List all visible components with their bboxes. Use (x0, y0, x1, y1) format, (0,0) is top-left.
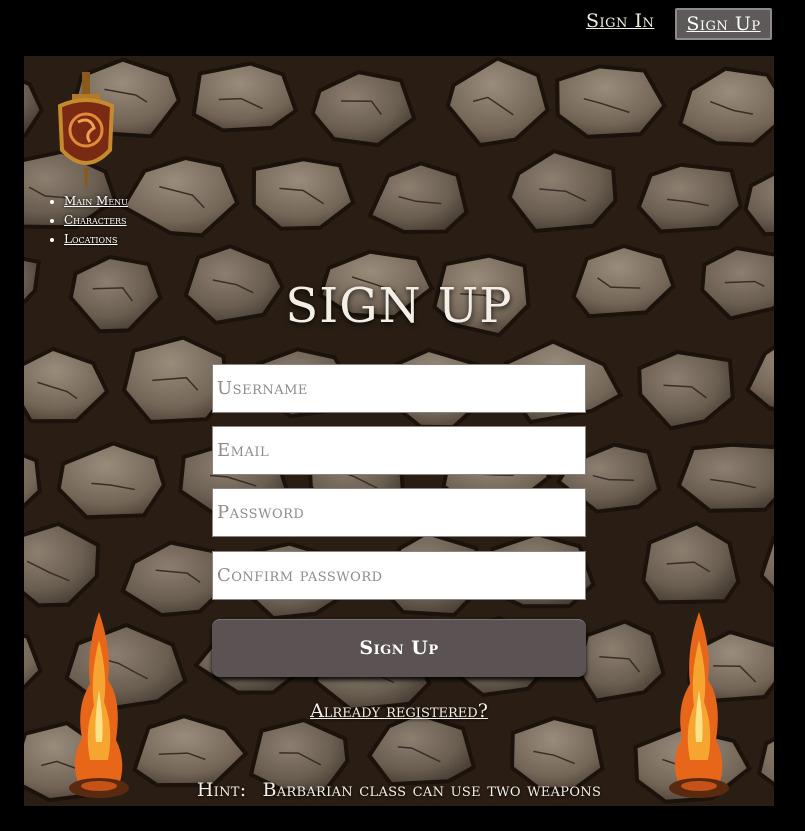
wall-stone (191, 61, 299, 133)
side-menu-item: Locations (64, 230, 128, 249)
hint-message: Barbarian class can use two weapons (262, 779, 602, 801)
locations-link[interactable]: Locations (64, 232, 118, 246)
side-menu: Main Menu Characters Locations (48, 192, 128, 249)
sign-in-link[interactable]: Sign In (586, 10, 654, 32)
sign-up-nav-button[interactable]: Sign Up (675, 8, 772, 40)
characters-link[interactable]: Characters (64, 213, 127, 227)
fire-icon (69, 612, 129, 798)
wall-stone (636, 162, 744, 234)
fire-icon (669, 612, 729, 798)
password-input[interactable] (212, 488, 586, 537)
top-nav: Sign In Sign Up (0, 0, 805, 56)
already-registered-link[interactable]: Already registered? (24, 700, 774, 722)
hint-label: Hint: (196, 779, 247, 801)
username-input[interactable] (212, 364, 586, 413)
email-input[interactable] (212, 426, 586, 475)
confirm-password-input[interactable] (212, 551, 586, 600)
side-menu-item: Main Menu (64, 192, 128, 211)
wall-stone (555, 64, 667, 139)
main-menu-link[interactable]: Main Menu (64, 194, 128, 208)
signup-panel: Main Menu Characters Locations SIGN UP S… (24, 56, 774, 806)
dragon-shield-sword-icon (57, 72, 115, 188)
page-title: SIGN UP (285, 278, 513, 334)
side-menu-item: Characters (64, 211, 128, 230)
sign-up-submit-button[interactable]: Sign Up (212, 619, 586, 677)
hint-text: Hint: Barbarian class can use two weapons (24, 779, 774, 801)
